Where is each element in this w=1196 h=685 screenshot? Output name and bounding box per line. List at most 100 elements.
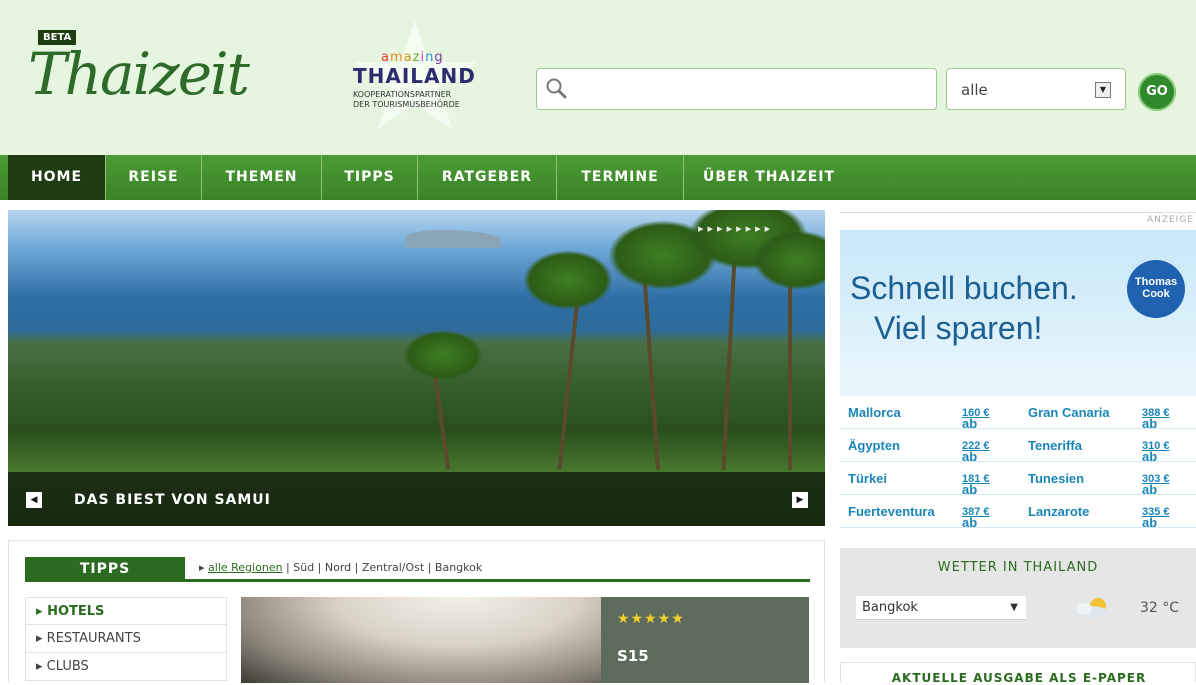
price-link[interactable]: ab 303 € xyxy=(1142,473,1170,497)
nav-themen[interactable]: THEMEN xyxy=(202,155,322,200)
tipps-divider xyxy=(25,579,810,582)
next-arrow-icon[interactable]: ▶ xyxy=(792,492,808,508)
search-input[interactable] xyxy=(536,68,937,110)
ad-price-list: Mallorca ab 160 € Gran Canaria ab 388 € … xyxy=(840,396,1196,530)
main-nav: HOME REISE THEMEN TIPPS RATGEBER TERMINE… xyxy=(0,155,1196,200)
nav-home[interactable]: HOME xyxy=(8,155,106,200)
region-link-zentral-ost[interactable]: Zentral/Ost xyxy=(362,561,424,574)
thailand-word: THAILAND xyxy=(353,64,476,88)
site-header: BETA Thaizeit amazing THAILAND KOOPERATI… xyxy=(0,0,1196,155)
coop-text: KOOPERATIONSPARTNER DER TOURISMUSBEHÖRDE xyxy=(353,90,460,110)
triangle-right-icon: ▸ xyxy=(36,604,48,619)
hotel-name[interactable]: S15 xyxy=(617,647,649,665)
region-link-bangkok[interactable]: Bangkok xyxy=(435,561,482,574)
price-link[interactable]: ab 387 € xyxy=(962,506,990,530)
weather-title: WETTER IN THAILAND xyxy=(937,560,1099,575)
epaper-title[interactable]: AKTUELLE AUSGABE ALS E-PAPER xyxy=(841,671,1196,685)
ab-label: ab xyxy=(1142,515,1158,530)
nav-tipps[interactable]: TIPPS xyxy=(322,155,418,200)
destination-link[interactable]: Fuerteventura xyxy=(848,504,935,519)
epaper-box[interactable]: AKTUELLE AUSGABE ALS E-PAPER xyxy=(840,662,1196,685)
star-rating-icon: ★★★★★ xyxy=(617,611,685,627)
region-filter: ▸ alle Regionen | Süd | Nord | Zentral/O… xyxy=(199,561,483,574)
slide-indicators[interactable]: ▸▸▸▸▸▸▸▸ xyxy=(698,222,774,235)
destination-link[interactable]: Tunesien xyxy=(1028,471,1084,486)
destination-link[interactable]: Türkei xyxy=(848,471,887,486)
palm-frond xyxy=(753,230,825,290)
hero-caption[interactable]: DAS BIEST VON SAMUI xyxy=(74,492,271,508)
nav-ratgeber[interactable]: RATGEBER xyxy=(418,155,557,200)
ab-label: ab xyxy=(962,515,978,530)
search-icon xyxy=(546,78,567,99)
ad-row: Mallorca ab 160 € Gran Canaria ab 388 € xyxy=(840,396,1196,431)
thaizeit-logo[interactable]: Thaizeit xyxy=(28,40,250,108)
cloud-sun-icon xyxy=(1072,598,1108,618)
weather-widget: WETTER IN THAILAND Bangkok ▼ 32 °C xyxy=(840,548,1196,648)
hotel-info-panel[interactable]: ★★★★★ S15 xyxy=(601,597,809,683)
category-label: CLUBS xyxy=(46,659,89,674)
city-select-value: Bangkok xyxy=(862,600,918,615)
price-link[interactable]: ab 335 € xyxy=(1142,506,1170,530)
tipps-section: TIPPS ▸ alle Regionen | Süd | Nord | Zen… xyxy=(8,540,825,683)
amazing-letter: g xyxy=(434,50,444,65)
city-select[interactable]: Bangkok ▼ xyxy=(856,596,1026,620)
region-select[interactable]: alle ▼ xyxy=(946,68,1126,110)
category-restaurants[interactable]: ▸ RESTAURANTS xyxy=(25,625,227,653)
price-link[interactable]: ab 160 € xyxy=(962,407,990,431)
price-link[interactable]: ab 310 € xyxy=(1142,440,1170,464)
go-button[interactable]: GO xyxy=(1138,73,1176,111)
price-link[interactable]: ab 388 € xyxy=(1142,407,1170,431)
coop-line2: DER TOURISMUSBEHÖRDE xyxy=(353,100,460,109)
tipps-title: TIPPS xyxy=(25,557,185,581)
brand-line2: Cook xyxy=(1142,288,1170,300)
palm-frond xyxy=(523,250,613,310)
price-link[interactable]: ab 222 € xyxy=(962,440,990,464)
hotel-photo[interactable] xyxy=(241,597,601,683)
amazing-thailand-logo: amazing THAILAND KOOPERATIONSPARTNER DER… xyxy=(345,20,495,140)
destination-link[interactable]: Ägypten xyxy=(848,438,900,453)
brand-line1: Thomas xyxy=(1134,276,1178,288)
chevron-down-icon: ▼ xyxy=(1010,602,1018,613)
category-clubs[interactable]: ▸ CLUBS xyxy=(25,653,227,681)
region-link-nord[interactable]: Nord xyxy=(325,561,351,574)
amazing-letter: a xyxy=(403,50,413,65)
triangle-right-icon: ▸ xyxy=(36,659,47,674)
destination-link[interactable]: Lanzarote xyxy=(1028,504,1089,519)
thomas-cook-ad[interactable]: ANZEIGE Schnell buchen. Viel sparen! Tho… xyxy=(840,212,1196,530)
ad-headline: Schnell buchen. xyxy=(850,270,1078,306)
amazing-letter: n xyxy=(425,50,435,65)
coop-line1: KOOPERATIONSPARTNER xyxy=(353,90,452,99)
ad-row: Ägypten ab 222 € Teneriffa ab 310 € xyxy=(840,429,1196,464)
amazing-word: amazing xyxy=(381,50,444,65)
chevron-down-icon[interactable]: ▼ xyxy=(1095,82,1111,98)
hero-slider[interactable]: ▸▸▸▸▸▸▸▸ ◀ DAS BIEST VON SAMUI ▶ xyxy=(8,210,825,526)
region-select-value: alle xyxy=(961,81,988,99)
ad-row: Fuerteventura ab 387 € Lanzarote ab 335 … xyxy=(840,495,1196,530)
triangle-right-icon: ▸ xyxy=(36,631,47,646)
triangle-right-icon: ▸ xyxy=(199,561,205,574)
price-link[interactable]: ab 181 € xyxy=(962,473,990,497)
category-hotels[interactable]: ▸ HOTELS xyxy=(25,597,227,625)
thomas-cook-logo: Thomas Cook xyxy=(1127,260,1185,318)
tipps-category-list: ▸ HOTELS ▸ RESTAURANTS ▸ CLUBS xyxy=(25,597,227,681)
palm-frond xyxy=(403,330,483,380)
amazing-letter: a xyxy=(381,50,390,65)
ad-subline: Viel sparen! xyxy=(874,310,1043,346)
destination-link[interactable]: Mallorca xyxy=(848,405,901,420)
destination-link[interactable]: Gran Canaria xyxy=(1028,405,1110,420)
nav-termine[interactable]: TERMINE xyxy=(557,155,684,200)
ad-row: Türkei ab 181 € Tunesien ab 303 € xyxy=(840,462,1196,497)
region-link-alle[interactable]: alle Regionen xyxy=(208,561,283,574)
prev-arrow-icon[interactable]: ◀ xyxy=(26,492,42,508)
region-link-sued[interactable]: Süd xyxy=(293,561,314,574)
ad-label: ANZEIGE xyxy=(1146,215,1194,225)
amazing-letter: m xyxy=(389,50,404,65)
nav-reise[interactable]: REISE xyxy=(106,155,202,200)
island-silhouette xyxy=(406,230,501,248)
ad-banner[interactable]: Schnell buchen. Viel sparen! Thomas Cook xyxy=(840,230,1196,396)
temperature: 32 °C xyxy=(1140,600,1180,616)
category-label: HOTELS xyxy=(47,604,105,619)
category-label: RESTAURANTS xyxy=(46,631,141,646)
destination-link[interactable]: Teneriffa xyxy=(1028,438,1082,453)
nav-ueber-thaizeit[interactable]: ÜBER THAIZEIT xyxy=(684,155,854,200)
